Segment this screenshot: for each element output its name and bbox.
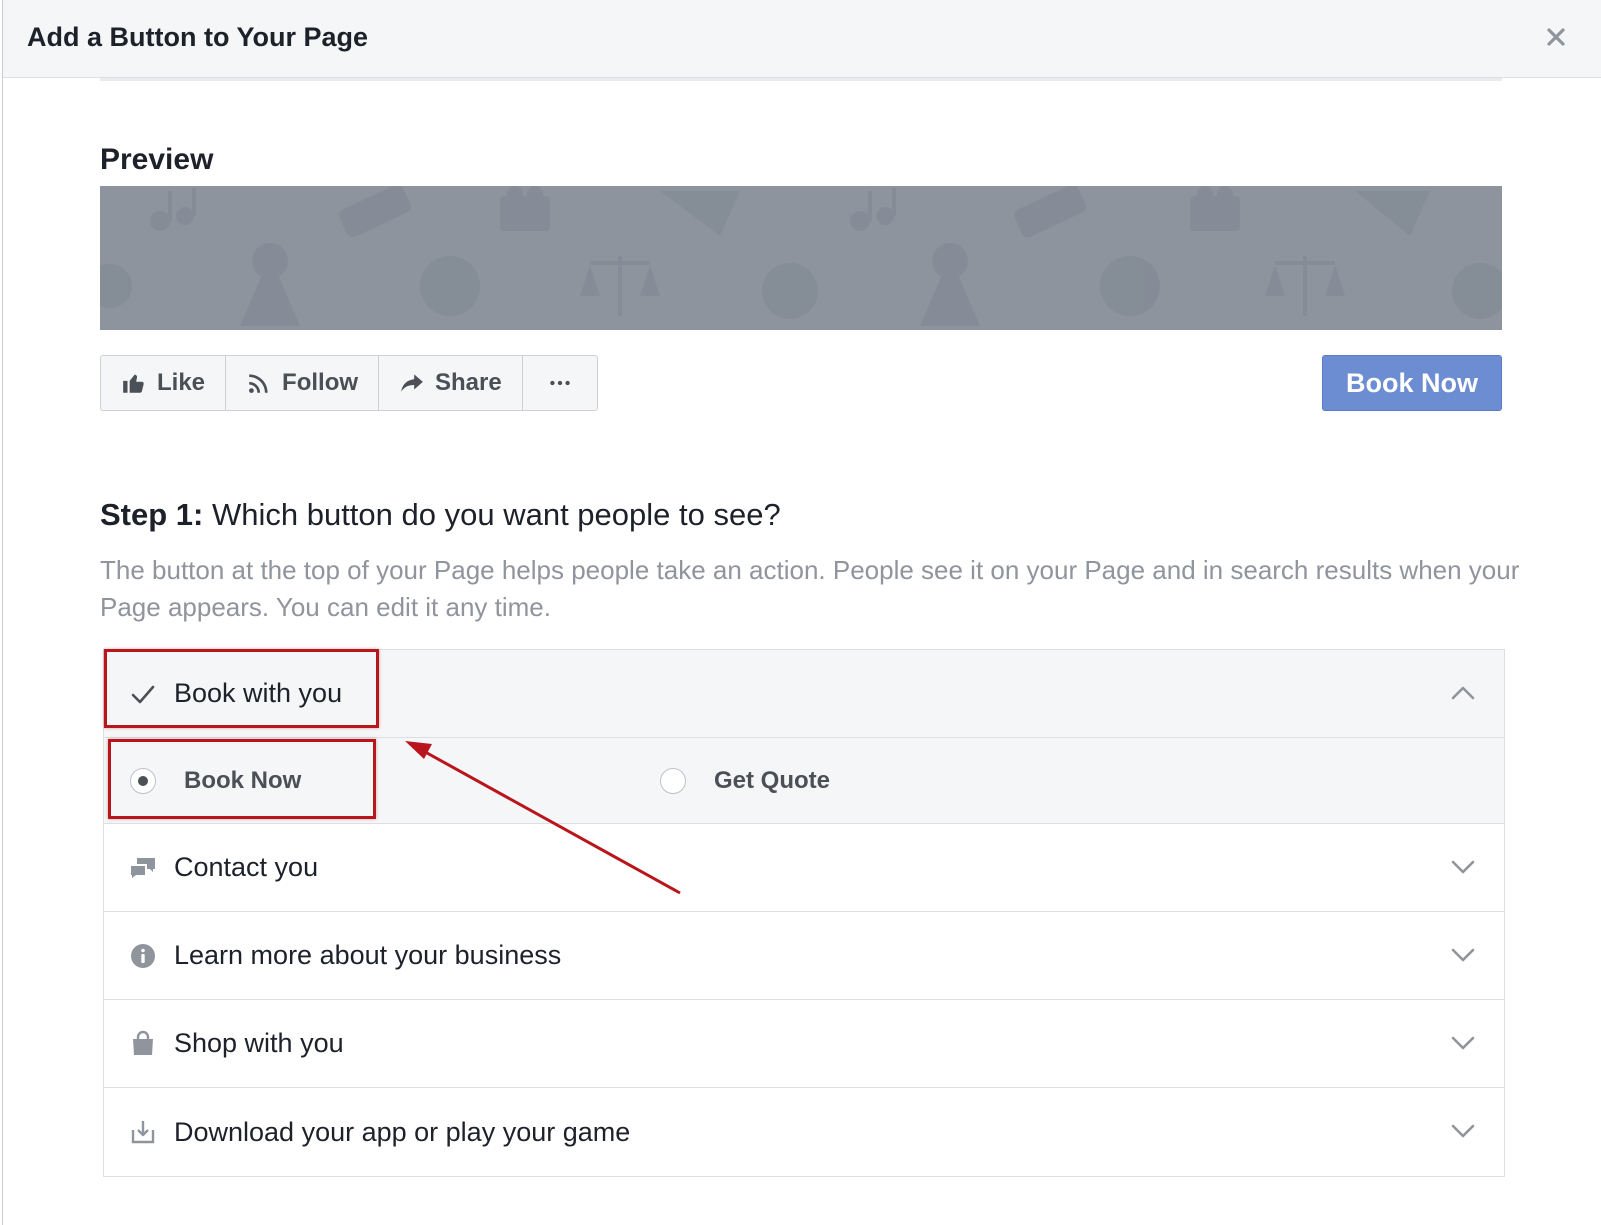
- category-contact-you[interactable]: Contact you: [104, 824, 1504, 912]
- button-category-list: Book with you Book Now Get Quote Contact…: [103, 649, 1505, 1177]
- step-1-question: Which button do you want people to see?: [203, 497, 781, 532]
- radio-unselected[interactable]: [660, 768, 686, 794]
- step-1-heading: Step 1: Which button do you want people …: [100, 497, 781, 533]
- rss-icon: [249, 374, 268, 393]
- share-arrow-icon: [401, 374, 423, 392]
- chevron-down-icon[interactable]: [1448, 1116, 1478, 1146]
- highlight-box-option: [108, 739, 376, 819]
- category-label: Shop with you: [174, 1028, 344, 1058]
- like-label: Like: [157, 369, 206, 396]
- category-label: Contact you: [174, 852, 319, 882]
- more-dots-icon: [549, 380, 570, 386]
- cover-pattern: [100, 186, 1502, 326]
- category-shop-with-you[interactable]: Shop with you: [104, 1000, 1504, 1088]
- download-icon: [128, 1117, 158, 1147]
- like-button[interactable]: Like: [101, 356, 227, 410]
- cover-photo-placeholder: [100, 186, 1502, 330]
- share-button[interactable]: Share: [379, 356, 523, 410]
- category-learn-more[interactable]: Learn more about your business: [104, 912, 1504, 1000]
- option-get-quote[interactable]: Get Quote: [660, 738, 830, 824]
- category-label: Learn more about your business: [174, 940, 562, 970]
- preview-cta-button[interactable]: Book Now: [1322, 355, 1502, 411]
- preview-title: Preview: [100, 143, 214, 176]
- step-1-description: The button at the top of your Page helps…: [100, 555, 1520, 622]
- more-button[interactable]: [523, 356, 597, 410]
- thumbs-up-icon: [123, 374, 144, 393]
- dialog-title: Add a Button to Your Page: [27, 22, 368, 52]
- category-label: Download your app or play your game: [174, 1116, 631, 1147]
- header-separator: [100, 78, 1502, 81]
- close-icon[interactable]: [1541, 22, 1571, 52]
- chevron-down-icon[interactable]: [1448, 940, 1478, 970]
- step-1-label: Step 1:: [100, 497, 204, 532]
- chat-bubbles-icon: [128, 853, 158, 883]
- option-label: Get Quote: [714, 767, 831, 794]
- shopping-bag-icon: [128, 1029, 158, 1059]
- info-icon: [128, 941, 158, 971]
- chevron-down-icon[interactable]: [1448, 1028, 1478, 1058]
- follow-label: Follow: [282, 369, 359, 396]
- page-action-buttons: Like Follow Share: [100, 355, 598, 411]
- share-label: Share: [435, 369, 502, 396]
- dialog-header: Add a Button to Your Page: [3, 0, 1601, 78]
- chevron-up-icon[interactable]: [1448, 678, 1478, 708]
- highlight-box-category: [104, 649, 379, 728]
- category-download-app[interactable]: Download your app or play your game: [104, 1088, 1504, 1176]
- chevron-down-icon[interactable]: [1448, 852, 1478, 882]
- follow-button[interactable]: Follow: [226, 356, 380, 410]
